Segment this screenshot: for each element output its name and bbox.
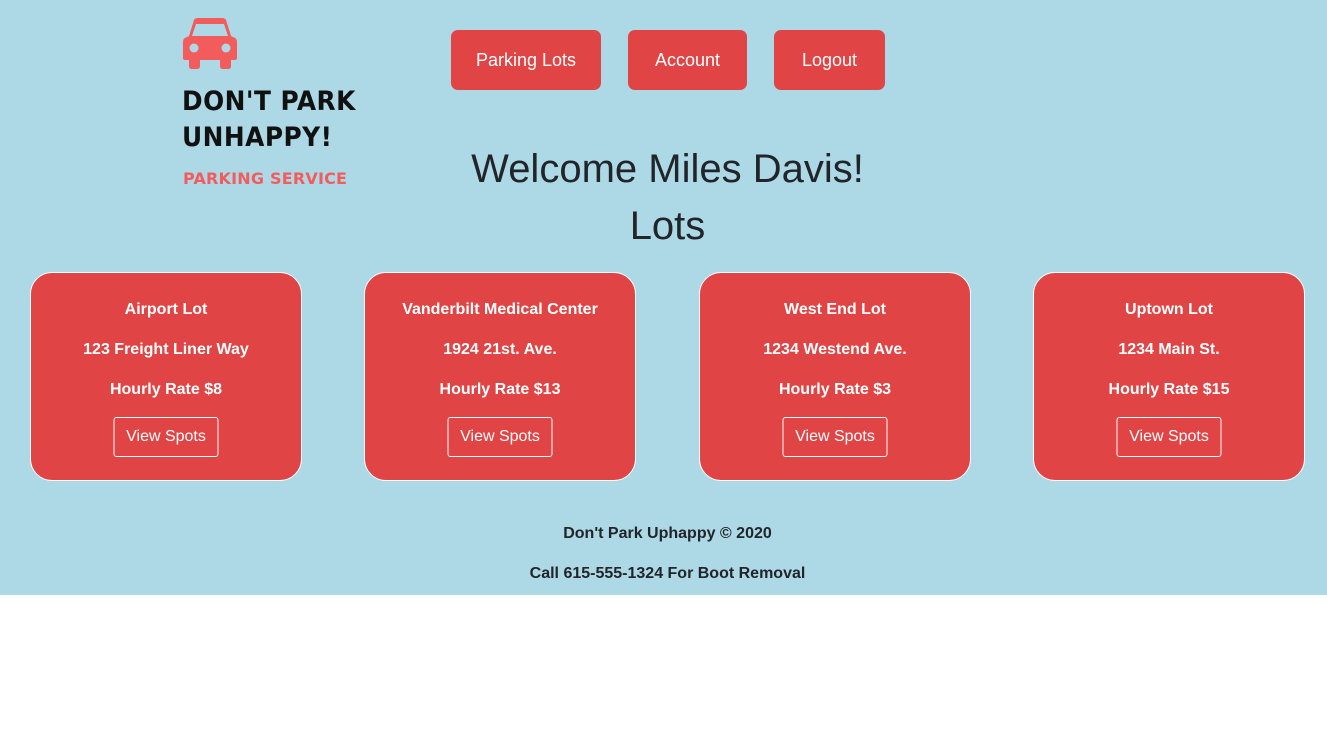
lot-hourly-rate: Hourly Rate $13 xyxy=(439,381,561,398)
lot-address: 123 Freight Liner Way xyxy=(83,341,249,358)
nav-parking-lots-button[interactable]: Parking Lots xyxy=(451,30,601,90)
view-spots-button[interactable]: View Spots xyxy=(1116,417,1222,457)
view-spots-button[interactable]: View Spots xyxy=(782,417,888,457)
lot-name: Uptown Lot xyxy=(1125,301,1213,318)
view-spots-button[interactable]: View Spots xyxy=(113,417,219,457)
lot-address: 1234 Westend Ave. xyxy=(763,341,907,358)
nav-account-button[interactable]: Account xyxy=(628,30,747,90)
lot-card: West End Lot 1234 Westend Ave. Hourly Ra… xyxy=(699,272,971,481)
lot-hourly-rate: Hourly Rate $15 xyxy=(1108,381,1230,398)
lot-hourly-rate: Hourly Rate $3 xyxy=(778,381,892,398)
lot-name: Airport Lot xyxy=(124,301,208,318)
footer-boot-removal-phone: Call 615-555-1324 For Boot Removal xyxy=(529,565,806,582)
logo-text-line1: DON'T PARK xyxy=(182,86,356,117)
view-spots-button[interactable]: View Spots xyxy=(447,417,553,457)
page: DON'T PARK UNHAPPY! PARKING SERVICE Park… xyxy=(0,0,1327,595)
lot-card: Vanderbilt Medical Center 1924 21st. Ave… xyxy=(364,272,636,481)
lot-name: Vanderbilt Medical Center xyxy=(402,301,598,318)
lot-address: 1234 Main St. xyxy=(1118,341,1220,358)
lot-hourly-rate: Hourly Rate $8 xyxy=(109,381,223,398)
lot-card: Uptown Lot 1234 Main St. Hourly Rate $15… xyxy=(1033,272,1305,481)
footer-copyright: Don't Park Uphappy © 2020 xyxy=(563,525,772,542)
lot-card: Airport Lot 123 Freight Liner Way Hourly… xyxy=(30,272,302,481)
car-icon xyxy=(183,18,237,69)
nav-logout-button[interactable]: Logout xyxy=(774,30,885,90)
lot-address: 1924 21st. Ave. xyxy=(443,341,557,358)
lot-name: West End Lot xyxy=(784,301,886,318)
welcome-heading: Welcome Miles Davis! xyxy=(471,147,864,191)
lots-heading: Lots xyxy=(629,204,706,248)
